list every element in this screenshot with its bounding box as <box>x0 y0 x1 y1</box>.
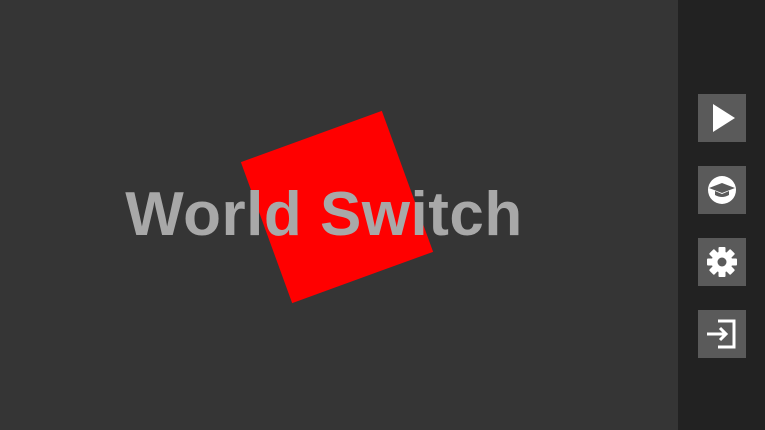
exit-icon <box>706 319 735 349</box>
tutorial-button[interactable] <box>697 166 746 214</box>
side-menu <box>678 0 765 430</box>
play-icon <box>712 104 735 132</box>
play-button[interactable] <box>697 94 746 142</box>
game-screen: World Switch <box>0 0 765 430</box>
game-area: World Switch <box>0 0 678 430</box>
exit-button[interactable] <box>697 310 746 358</box>
graduation-cap-icon <box>707 176 736 204</box>
game-title: World Switch <box>125 180 523 249</box>
gear-icon <box>706 247 737 277</box>
settings-button[interactable] <box>697 238 746 286</box>
